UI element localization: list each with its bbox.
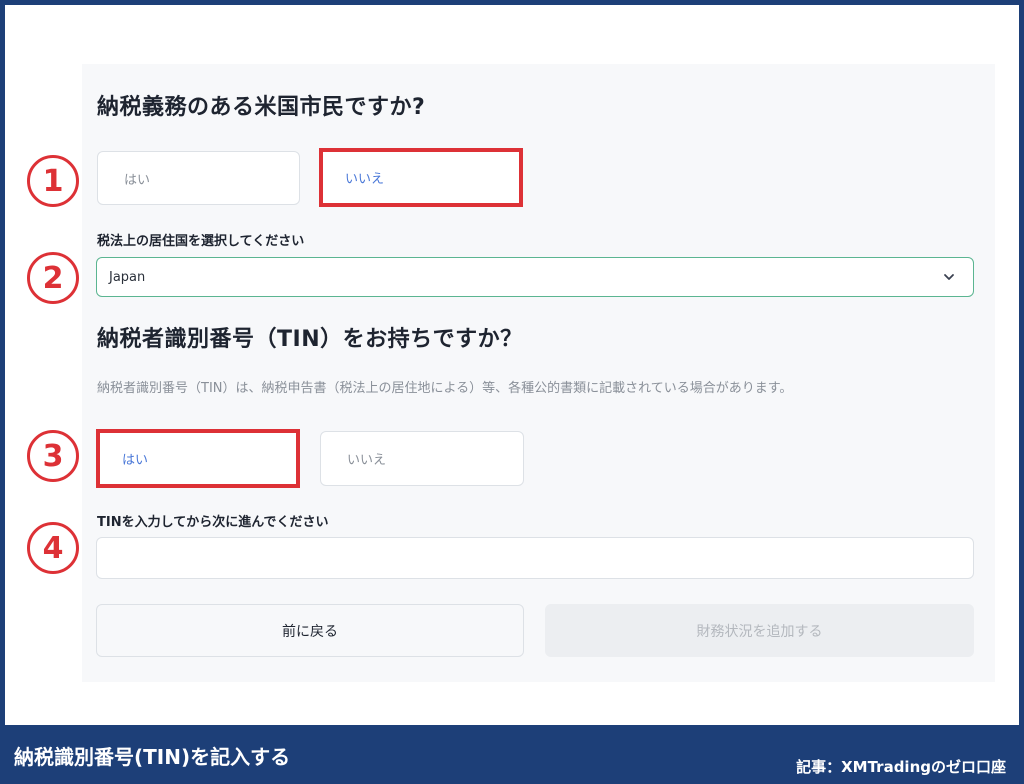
tin-input[interactable] [96,537,974,579]
tin-no-button[interactable]: いいえ [320,431,524,486]
caption-title: 納税識別番号(TIN)を記入する [14,745,291,769]
step-marker-4: 4 [27,522,79,574]
residence-country-label: 税法上の居住国を選択してください [97,234,305,249]
caption-credit: 記事：XMTradingのゼロ口座 [796,758,1006,776]
back-button[interactable]: 前に戻る [96,604,524,657]
residence-country-select[interactable]: Japan [96,257,974,297]
step-marker-1: 1 [27,155,79,207]
caption-bar: 納税識別番号(TIN)を記入する 記事：XMTradingのゼロ口座 [0,725,1024,784]
tin-input-label: TINを入力してから次に進んでください [97,515,329,530]
us-citizen-no-button[interactable]: いいえ [319,148,523,207]
tin-yes-button[interactable]: はい [96,429,300,488]
chevron-down-icon [944,274,954,280]
step-marker-2: 2 [27,252,79,304]
us-citizen-yes-button[interactable]: はい [97,151,300,205]
tin-question: 納税者識別番号（TIN）をお持ちですか？ [97,327,523,352]
residence-country-value: Japan [109,269,146,285]
add-financial-status-button[interactable]: 財務状況を追加する [545,604,974,657]
step-marker-3: 3 [27,430,79,482]
tin-description: 納税者識別番号（TIN）は、納税申告書（税法上の居住地による）等、各種公的書類に… [97,381,793,396]
us-citizen-question: 納税義務のある米国市民ですか? [97,95,426,120]
